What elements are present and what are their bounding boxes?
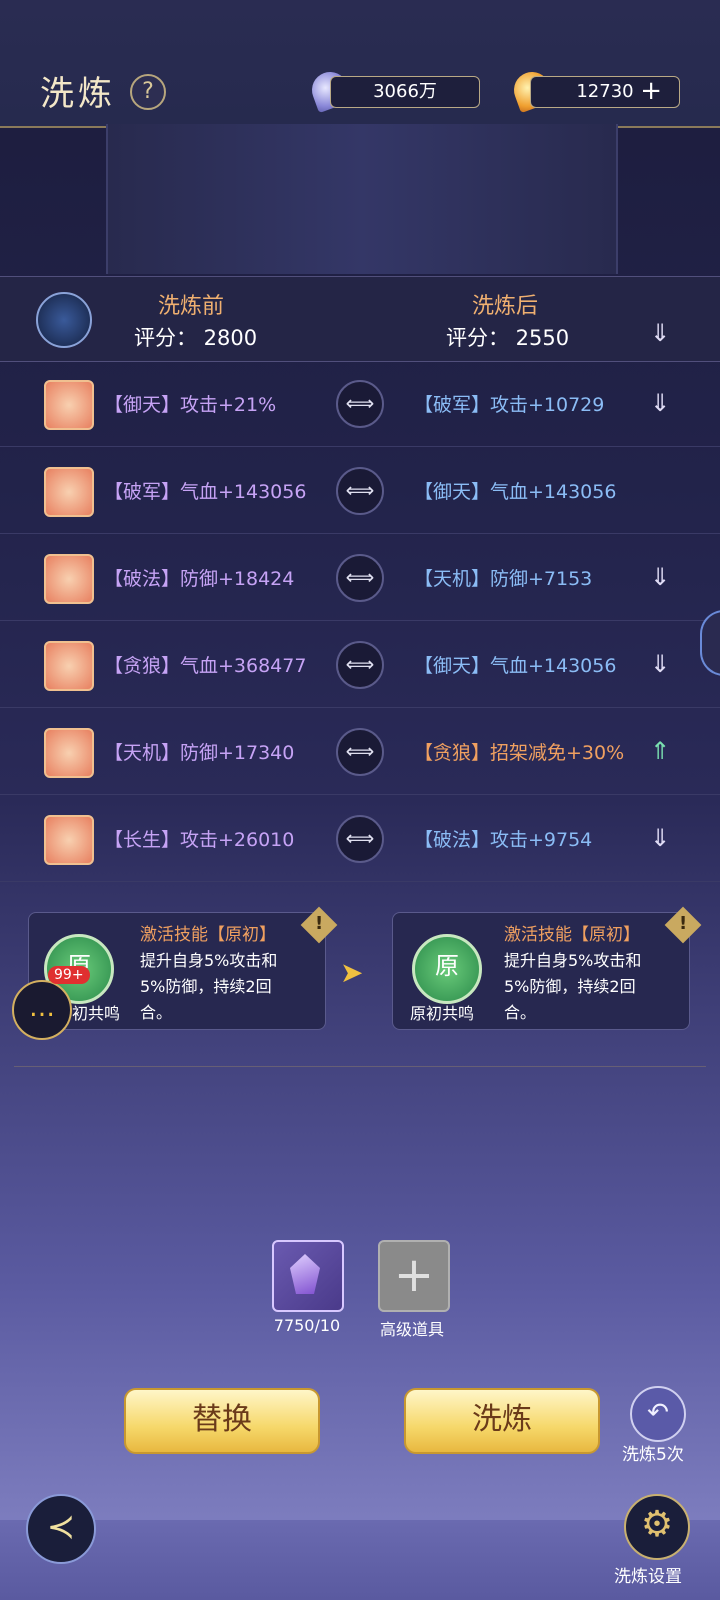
before-label: 洗炼前 bbox=[158, 294, 225, 319]
equipment-icon bbox=[44, 641, 94, 691]
skill-label-before: 初共鸣 bbox=[72, 1004, 121, 1023]
attribute-after: 【贪狼】招架减免+30% bbox=[414, 742, 625, 764]
lock-toggle-icon[interactable]: ⟺ bbox=[336, 467, 384, 515]
equipment-icon bbox=[44, 728, 94, 778]
attribute-after: 【御天】气血+143056 bbox=[414, 481, 617, 503]
attribute-after: 【破军】攻击+10729 bbox=[414, 394, 605, 416]
skill-name-after: 激活技能【原初】 bbox=[504, 925, 640, 945]
skill-label-after: 原初共鸣 bbox=[410, 1004, 475, 1023]
equipment-icon bbox=[44, 380, 94, 430]
add-currency-button[interactable]: + bbox=[640, 76, 662, 106]
refine-button[interactable]: 洗炼 bbox=[404, 1388, 600, 1454]
warning-mark-after: ! bbox=[679, 913, 688, 934]
attribute-before: 【天机】防御+17340 bbox=[104, 742, 295, 764]
before-score: 评分： 2800 bbox=[134, 326, 258, 350]
chat-icon[interactable]: … bbox=[12, 980, 72, 1040]
advanced-item-label: 高级道具 bbox=[379, 1320, 444, 1339]
attribute-before: 【贪狼】气血+368477 bbox=[104, 655, 307, 677]
after-score: 评分： 2550 bbox=[446, 326, 570, 350]
skill-desc-after-1: 提升自身5%攻击和 bbox=[504, 951, 642, 970]
skill-desc-before-1: 提升自身5%攻击和 bbox=[140, 951, 278, 970]
refine-5-times-label: 洗炼5次 bbox=[622, 1445, 684, 1465]
skill-desc-before-3: 合。 bbox=[140, 1003, 173, 1022]
chat-badge: 99+ bbox=[48, 966, 90, 984]
skill-desc-after-3: 合。 bbox=[504, 1003, 537, 1022]
divider bbox=[14, 1066, 706, 1067]
attribute-after: 【破法】攻击+9754 bbox=[414, 829, 593, 851]
skill-desc-after-2: 5%防御，持续2回 bbox=[504, 977, 636, 996]
score-row bbox=[0, 276, 720, 362]
page-title: 洗炼 bbox=[40, 74, 116, 114]
skill-desc-before-2: 5%防御，持续2回 bbox=[140, 977, 272, 996]
lock-toggle-icon[interactable]: ⟺ bbox=[336, 554, 384, 602]
attribute-before: 【长生】攻击+26010 bbox=[104, 829, 295, 851]
equipment-skill-icon[interactable] bbox=[36, 292, 92, 348]
equipment-icon bbox=[44, 467, 94, 517]
bottom-bar bbox=[0, 1520, 720, 1600]
equipment-icon bbox=[44, 554, 94, 604]
score-down-icon: ⇓ bbox=[649, 319, 671, 347]
currency-silver: 3066万 bbox=[330, 76, 480, 108]
attribute-after: 【御天】气血+143056 bbox=[414, 655, 617, 677]
warning-mark: ! bbox=[315, 913, 324, 934]
down-arrow-icon: ⇓ bbox=[649, 824, 671, 852]
replace-button[interactable]: 替换 bbox=[124, 1388, 320, 1454]
settings-label: 洗炼设置 bbox=[614, 1567, 682, 1587]
add-advanced-item-button[interactable]: + bbox=[378, 1240, 450, 1312]
attribute-after: 【天机】防御+7153 bbox=[414, 568, 593, 590]
lock-toggle-icon[interactable]: ⟺ bbox=[336, 728, 384, 776]
down-arrow-icon: ⇓ bbox=[649, 650, 671, 678]
down-arrow-icon: ⇓ bbox=[649, 389, 671, 417]
after-label: 洗炼后 bbox=[472, 294, 539, 319]
attribute-before: 【破法】防御+18424 bbox=[104, 568, 295, 590]
attribute-before: 【破军】气血+143056 bbox=[104, 481, 307, 503]
equipment-icon bbox=[44, 815, 94, 865]
attribute-before: 【御天】攻击+21% bbox=[104, 394, 277, 416]
help-icon[interactable]: ? bbox=[130, 74, 166, 110]
up-arrow-icon: ⇑ bbox=[649, 737, 671, 765]
lock-toggle-icon[interactable]: ⟺ bbox=[336, 815, 384, 863]
lock-toggle-icon[interactable]: ⟺ bbox=[336, 641, 384, 689]
transform-arrow-icon: ➤ bbox=[340, 956, 364, 989]
equipment-banner bbox=[106, 124, 618, 274]
jade-skill-icon-after: 原 bbox=[412, 934, 482, 1004]
back-button[interactable]: ≺ bbox=[26, 1494, 96, 1564]
skill-name-before: 激活技能【原初】 bbox=[140, 925, 276, 945]
down-arrow-icon: ⇓ bbox=[649, 563, 671, 591]
stone-count: 7750/10 bbox=[273, 1316, 341, 1335]
refine-5-times-button[interactable]: ↶ bbox=[630, 1386, 686, 1442]
gear-icon[interactable]: ⚙ bbox=[624, 1494, 690, 1560]
lock-toggle-icon[interactable]: ⟺ bbox=[336, 380, 384, 428]
